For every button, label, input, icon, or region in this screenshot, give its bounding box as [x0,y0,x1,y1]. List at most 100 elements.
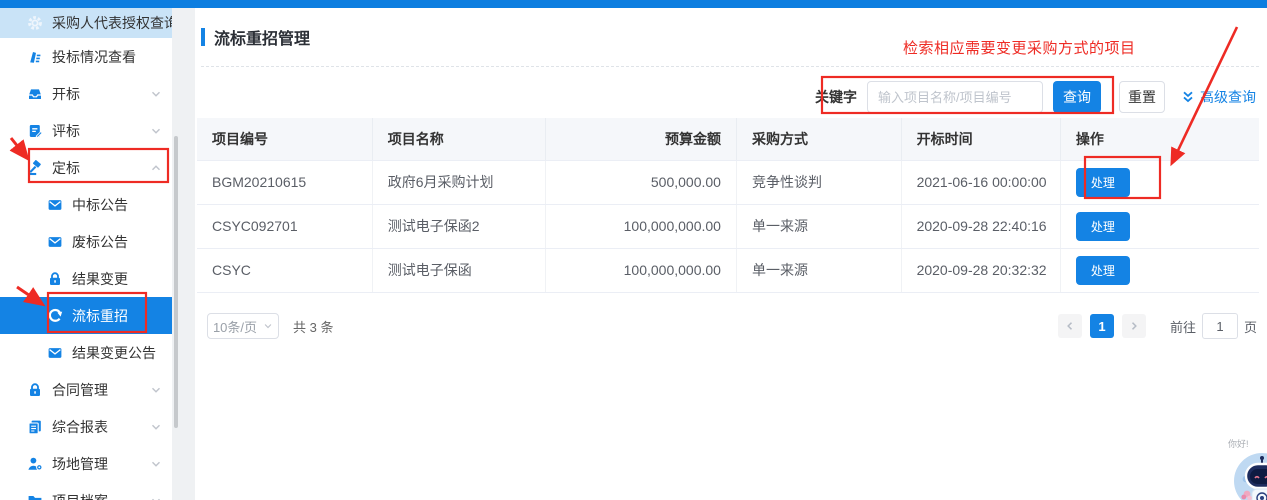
mail-icon [47,197,63,213]
col-header-budget: 预算金额 [545,118,736,160]
sidebar-item-bid-status[interactable]: 投标情况查看 [0,38,172,75]
cell-open-time: 2020-09-28 20:32:32 [901,248,1060,292]
next-page-button[interactable] [1122,314,1146,338]
cell-method: 竞争性谈判 [736,160,901,204]
cell-project-code: BGM20210615 [197,160,372,204]
folder-icon [27,493,43,500]
page-title: 流标重招管理 [214,25,310,49]
refresh-icon [47,308,63,324]
sidebar-item-label: 中标公告 [72,195,128,215]
sidebar-item-project-archive[interactable]: 项目档案 [0,482,172,500]
mail-icon [47,234,63,250]
sidebar-item-label: 废标公告 [72,232,128,252]
chevron-down-icon [150,421,162,433]
top-accent-bar [0,0,1267,8]
col-header-actions: 操作 [1060,118,1259,160]
sidebar-item-reports[interactable]: 综合报表 [0,408,172,445]
cell-project-name: 测试电子保函 [372,248,545,292]
col-header-project-code: 项目编号 [197,118,372,160]
sidebar-nav: 采购人代表授权查询 投标情况查看 开标 评标 定标 中标公告 废标公告 结果变更… [0,8,172,500]
sidebar-scrollbar[interactable] [174,136,178,428]
goto-suffix: 页 [1244,317,1257,336]
sidebar-item-label: 开标 [52,84,80,104]
sidebar-item-bid-opening[interactable]: 开标 [0,75,172,112]
current-page-button[interactable]: 1 [1090,314,1114,338]
sidebar-item-contract-mgmt[interactable]: 合同管理 [0,371,172,408]
sidebar-item-label: 定标 [52,158,80,178]
sidebar-item-win-notice[interactable]: 中标公告 [0,186,172,223]
prev-page-button[interactable] [1058,314,1082,338]
col-header-open-time: 开标时间 [901,118,1060,160]
dashed-divider [201,66,1259,67]
reset-button[interactable]: 重置 [1119,81,1165,113]
sidebar-item-label: 采购人代表授权查询 [52,13,172,33]
robot-avatar-icon[interactable] [1233,452,1267,500]
gavel-icon [27,160,43,176]
handle-button[interactable]: 处理 [1076,212,1130,241]
advanced-search-label: 高级查询 [1200,87,1256,107]
advanced-search-link[interactable]: 高级查询 [1181,87,1256,107]
sidebar-item-venue-mgmt[interactable]: 场地管理 [0,445,172,482]
chevron-down-icon [263,321,273,331]
table-row: CSYC092701 测试电子保函2 100,000,000.00 单一来源 2… [197,204,1259,248]
cell-project-name: 政府6月采购计划 [372,160,545,204]
total-count: 共 3 条 [293,317,333,336]
projects-table: 项目编号 项目名称 预算金额 采购方式 开标时间 操作 BGM20210615 … [197,118,1259,293]
inbox-mail-icon [27,86,43,102]
cell-method: 单一来源 [736,204,901,248]
sidebar-item-bid-award[interactable]: 定标 [0,149,172,186]
search-group: 关键字 查询 [805,79,1105,115]
chevron-left-icon [1065,321,1075,331]
sidebar-item-label: 合同管理 [52,380,108,400]
sidebar-item-label: 综合报表 [52,417,108,437]
chevron-down-icon [150,458,162,470]
annotation-note: 检索相应需要变更采购方式的项目 [903,37,1136,58]
double-chevron-down-icon [1181,90,1195,104]
cell-method: 单一来源 [736,248,901,292]
sidebar-item-cancel-notice[interactable]: 废标公告 [0,223,172,260]
sidebar-item-bid-evaluation[interactable]: 评标 [0,112,172,149]
sidebar-item-result-change[interactable]: 结果变更 [0,260,172,297]
chevron-right-icon [1129,321,1139,331]
cell-open-time: 2020-09-28 22:40:16 [901,204,1060,248]
search-button[interactable]: 查询 [1053,81,1101,113]
main-content: 流标重招管理 检索相应需要变更采购方式的项目 关键字 查询 重置 高级查询 项目… [195,8,1267,500]
goto-page-input[interactable] [1202,313,1238,339]
pagination: 10条/页 共 3 条 1 前往 页 [207,313,1257,339]
cell-budget: 500,000.00 [545,160,736,204]
sidebar-item-label: 流标重招 [72,306,128,326]
sidebar-item-label: 项目档案 [52,491,108,500]
report-pen-icon [27,49,43,65]
col-header-method: 采购方式 [736,118,901,160]
cell-open-time: 2021-06-16 00:00:00 [901,160,1060,204]
chevron-down-icon [150,384,162,396]
page-size-select[interactable]: 10条/页 [207,313,279,339]
goto-label: 前往 [1170,317,1196,336]
sidebar-item-authorization-query[interactable]: 采购人代表授权查询 [0,8,172,38]
chevron-down-icon [150,495,162,500]
sidebar-item-failed-bid-rebid[interactable]: 流标重招 [0,297,172,334]
sidebar-item-label: 结果变更公告 [72,343,156,363]
chevron-up-icon [150,162,162,174]
sidebar-item-label: 投标情况查看 [52,47,136,67]
cell-budget: 100,000,000.00 [545,248,736,292]
sidebar-item-result-change-notice[interactable]: 结果变更公告 [0,334,172,371]
user-gear-icon [27,456,43,472]
handle-button[interactable]: 处理 [1076,168,1130,197]
col-header-project-name: 项目名称 [372,118,545,160]
assistant-widget[interactable]: 你好! [1222,437,1267,450]
gear-icon [27,15,43,31]
sidebar-item-label: 评标 [52,121,80,141]
assistant-greeting: 你好! [1228,437,1267,450]
sidebar-item-label: 场地管理 [52,454,108,474]
cell-project-name: 测试电子保函2 [372,204,545,248]
chevron-down-icon [150,88,162,100]
handle-button[interactable]: 处理 [1076,256,1130,285]
table-row: CSYC 测试电子保函 100,000,000.00 单一来源 2020-09-… [197,248,1259,292]
keyword-input[interactable] [867,81,1043,113]
table-header-row: 项目编号 项目名称 预算金额 采购方式 开标时间 操作 [197,118,1259,160]
search-toolbar: 关键字 查询 重置 高级查询 [805,79,1256,115]
table-row: BGM20210615 政府6月采购计划 500,000.00 竞争性谈判 20… [197,160,1259,204]
lock-icon [27,382,43,398]
title-accent-bar [201,28,205,46]
